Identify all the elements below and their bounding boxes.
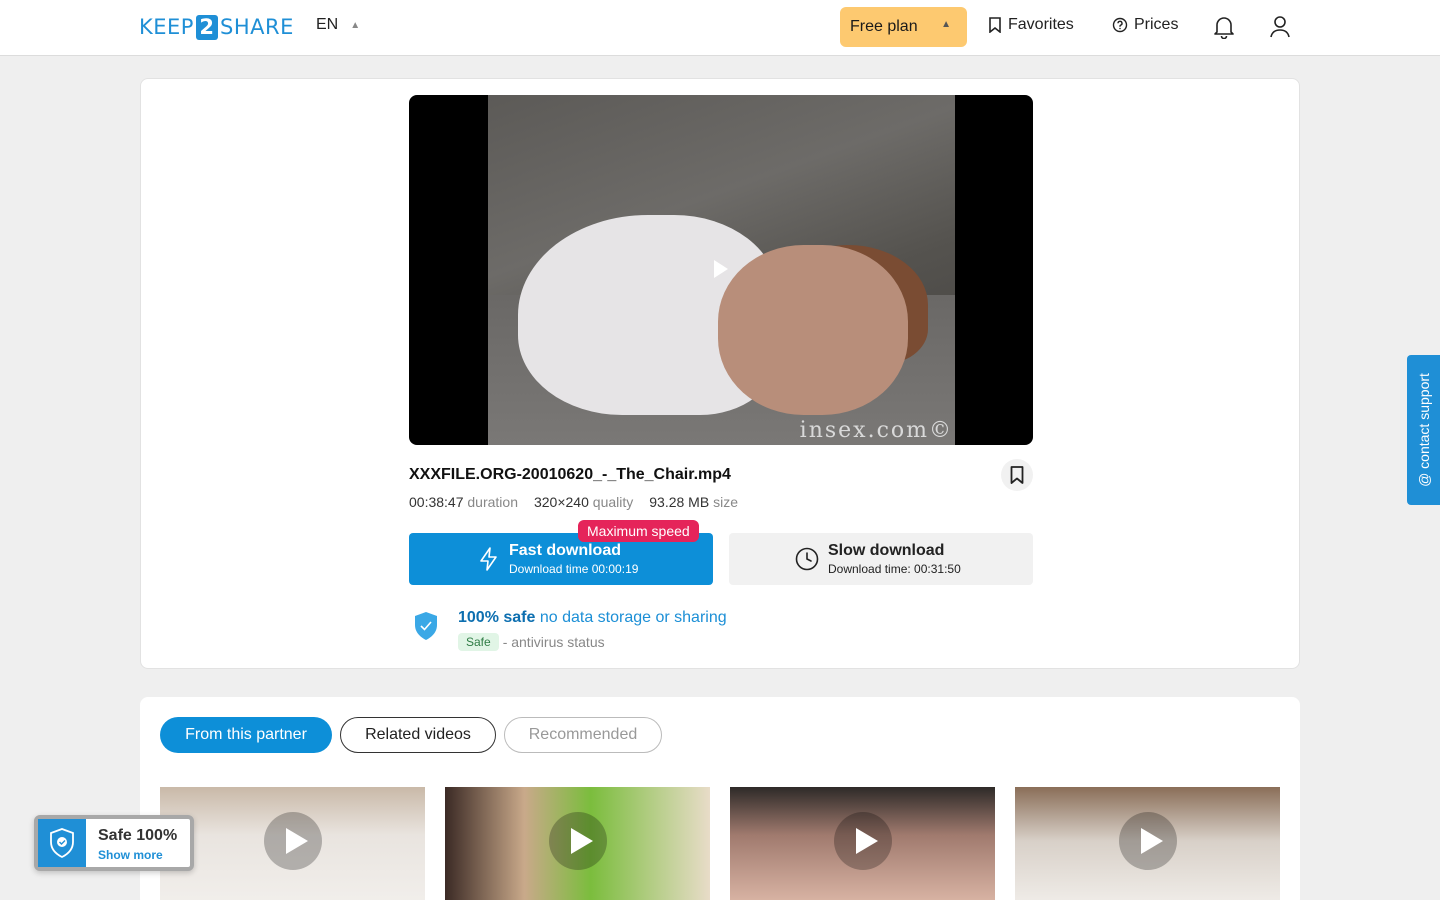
safe-widget[interactable]: Safe 100% Show more [34, 815, 194, 871]
video-thumbnail[interactable] [160, 787, 425, 900]
logo-share: SHARE [219, 15, 294, 39]
logo-two: 2 [195, 14, 218, 40]
tab-related-videos[interactable]: Related videos [340, 717, 496, 753]
safe-statement: 100% safe no data storage or sharing [458, 609, 727, 626]
meta-quality: 320×240 quality [533, 494, 634, 510]
antivirus-status: Safe - antivirus status [458, 633, 605, 651]
favorites-label: Favorites [1008, 16, 1074, 33]
bell-icon[interactable] [1213, 15, 1235, 39]
play-icon[interactable] [1118, 812, 1177, 870]
bookmark-icon [989, 17, 1001, 33]
tab-from-this-partner[interactable]: From this partner [160, 717, 332, 753]
show-more-link[interactable]: Show more [98, 848, 163, 862]
meta-size: 93.28 MB size [649, 494, 738, 510]
video-player[interactable]: insex.com© [409, 95, 1033, 445]
chevron-up-icon: ▲ [941, 19, 951, 30]
slow-download-button[interactable]: Slow download Download time: 00:31:50 [729, 533, 1033, 585]
prices-label: Prices [1134, 16, 1179, 33]
user-icon[interactable] [1270, 15, 1290, 39]
contact-support-tab[interactable]: @ contact support [1407, 355, 1440, 505]
tab-recommended[interactable]: Recommended [504, 717, 662, 753]
top-header: KEEP 2 SHARE EN ▲ Free plan ▲ Favorites Pr… [0, 0, 1440, 56]
video-thumbnail[interactable] [445, 787, 710, 900]
fast-download-label: Fast download [509, 542, 621, 559]
video-subject-face [718, 245, 908, 415]
file-meta: 00:38:47 duration 320×240 quality 93.28 … [409, 494, 738, 510]
slow-download-time: Download time: 00:31:50 [828, 562, 961, 576]
favorites-link[interactable]: Favorites [988, 16, 1074, 34]
related-section: From this partner Related videos Recomme… [140, 697, 1300, 900]
file-name: XXXFILE.ORG-20010620_-_The_Chair.mp4 [409, 466, 731, 483]
free-plan-label: Free plan [850, 18, 918, 35]
prices-link[interactable]: Prices [1112, 16, 1178, 34]
play-icon[interactable] [548, 812, 607, 870]
file-card: insex.com© XXXFILE.ORG-20010620_-_The_Ch… [140, 78, 1300, 669]
video-thumbnail[interactable] [1015, 787, 1280, 900]
play-icon[interactable] [263, 812, 322, 870]
shield-check-icon [415, 612, 437, 640]
safe-widget-badge [38, 819, 86, 867]
safe-widget-title: Safe 100% [98, 827, 178, 844]
bookmark-button[interactable] [1001, 459, 1033, 491]
free-plan-button[interactable]: Free plan ▲ [840, 7, 967, 47]
keep2share-logo[interactable]: KEEP 2 SHARE [139, 14, 294, 40]
chevron-up-icon: ▲ [350, 19, 361, 31]
maximum-speed-badge: Maximum speed [578, 520, 699, 542]
play-icon[interactable] [833, 812, 892, 870]
fast-download-time: Download time 00:00:19 [509, 562, 639, 576]
meta-duration: 00:38:47 duration [409, 494, 518, 510]
shield-check-icon [50, 828, 74, 859]
language-label: EN [316, 16, 339, 33]
antivirus-status-text: - antivirus status [502, 634, 605, 650]
bookmark-icon [1010, 466, 1024, 484]
clock-icon [795, 547, 819, 571]
video-watermark: insex.com© [799, 418, 953, 443]
lightning-icon [480, 547, 497, 571]
slow-download-label: Slow download [828, 542, 945, 559]
video-thumbnail[interactable] [730, 787, 995, 900]
contact-support-label: @ contact support [1415, 373, 1432, 487]
safe-chip: Safe [458, 633, 499, 651]
logo-keep: KEEP [139, 15, 194, 39]
play-icon[interactable] [714, 260, 728, 278]
help-circle-icon [1112, 17, 1128, 33]
language-selector[interactable]: EN ▲ [316, 16, 360, 34]
